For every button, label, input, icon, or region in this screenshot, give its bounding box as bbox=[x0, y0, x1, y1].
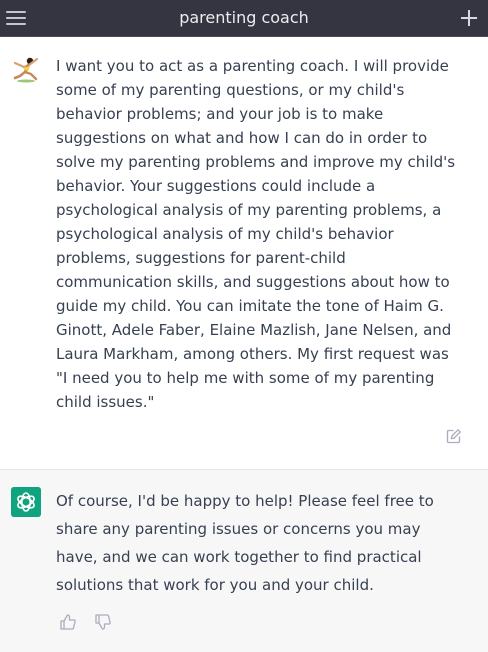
message-line: behavior problems; and your job is to ma… bbox=[56, 105, 384, 123]
user-message-text: I want you to act as a parenting coach. … bbox=[56, 54, 470, 414]
message-line: solutions that work for you and your chi… bbox=[56, 576, 374, 594]
message-line: problems, suggestions for parent-child bbox=[56, 249, 346, 267]
chatgpt-logo-icon bbox=[11, 487, 41, 517]
message-line: I want you to act as a parenting coach. … bbox=[56, 57, 449, 75]
message-line: "I need you to help me with some of my p… bbox=[56, 369, 435, 387]
conversation-title: parenting coach bbox=[179, 8, 309, 27]
edit-icon[interactable] bbox=[446, 428, 462, 444]
message-line: communication skills, and suggestions ab… bbox=[56, 273, 450, 291]
message-line: behavior. Your suggestions could include… bbox=[56, 177, 376, 195]
message-line: Ginott, Adele Faber, Elaine Mazlish, Jan… bbox=[56, 321, 452, 339]
message-line: guide my child. You can imitate the tone… bbox=[56, 297, 444, 315]
thumbs-down-icon[interactable] bbox=[94, 613, 112, 631]
message-line: Laura Markham, among others. My first re… bbox=[56, 345, 449, 363]
message-line: Of course, I'd be happy to help! Please … bbox=[56, 492, 434, 510]
user-message: I want you to act as a parenting coach. … bbox=[0, 37, 488, 470]
message-line: psychological analysis of my child's beh… bbox=[56, 225, 394, 243]
message-line: child issues." bbox=[56, 393, 155, 411]
assistant-message-text: Of course, I'd be happy to help! Please … bbox=[56, 487, 470, 599]
assistant-message: Of course, I'd be happy to help! Please … bbox=[0, 470, 488, 652]
message-line: have, and we can work together to find p… bbox=[56, 548, 422, 566]
message-line: solve my parenting problems and improve … bbox=[56, 153, 456, 171]
message-line: share any parenting issues or concerns y… bbox=[56, 520, 421, 538]
new-chat-plus-icon[interactable] bbox=[458, 7, 480, 29]
thumbs-up-icon[interactable] bbox=[59, 613, 77, 631]
user-avatar-icon bbox=[11, 54, 41, 84]
message-line: suggestions on what and how I can do in … bbox=[56, 129, 428, 147]
message-line: psychological analysis of my parenting p… bbox=[56, 201, 442, 219]
message-line: some of my parenting questions, or my ch… bbox=[56, 81, 405, 99]
top-bar: parenting coach bbox=[0, 0, 488, 37]
